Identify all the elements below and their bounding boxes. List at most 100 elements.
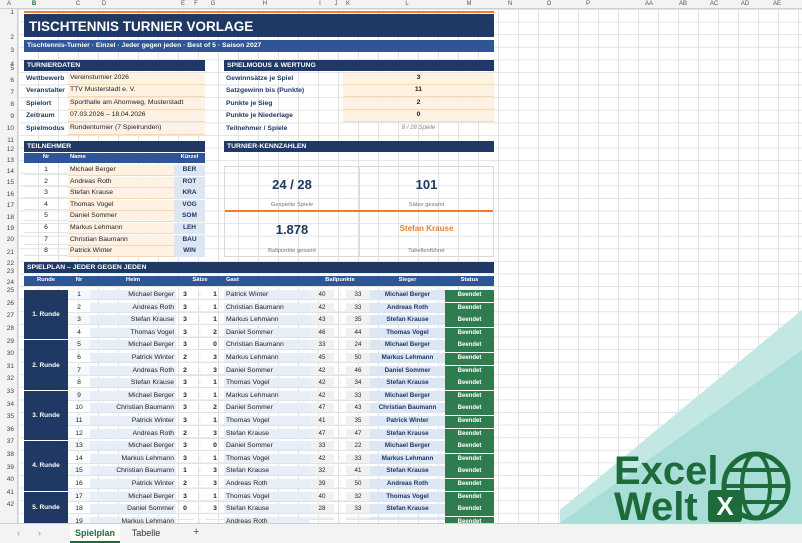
- game-status[interactable]: Beendet: [445, 416, 494, 428]
- game-heim[interactable]: Michael Berger: [90, 340, 176, 351]
- game-gast[interactable]: Andreas Roth: [224, 479, 310, 489]
- column-header-E[interactable]: E: [181, 1, 185, 7]
- game-ball-heim[interactable]: 42: [310, 365, 334, 376]
- game-ball-heim[interactable]: 39: [310, 479, 334, 489]
- row-header-32[interactable]: 32: [7, 375, 14, 382]
- game-saetze-heim[interactable]: 3: [176, 391, 194, 401]
- game-ball-gast[interactable]: [346, 516, 370, 520]
- column-header-AE[interactable]: AE: [773, 1, 781, 7]
- column-header-N[interactable]: N: [508, 1, 512, 7]
- game-saetze-gast[interactable]: 1: [206, 290, 224, 300]
- column-header-AB[interactable]: AB: [679, 1, 687, 7]
- turnierdaten-value[interactable]: Vereinsturnier 2026: [68, 73, 205, 85]
- game-gast[interactable]: Thomas Vogel: [224, 378, 310, 389]
- game-heim[interactable]: Patrick Winter: [90, 479, 176, 489]
- teilnehmer-name[interactable]: Stefan Krause: [68, 188, 174, 200]
- game-status[interactable]: Beendet: [445, 390, 494, 403]
- game-ball-heim[interactable]: 47: [310, 403, 334, 414]
- tab-tabelle[interactable]: Tabelle: [124, 528, 168, 538]
- game-gast[interactable]: Stefan Krause: [224, 428, 310, 439]
- row-header-16[interactable]: 16: [7, 191, 14, 198]
- game-saetze-heim[interactable]: 2: [176, 429, 194, 439]
- row-header-26[interactable]: 26: [7, 300, 14, 307]
- game-ball-heim[interactable]: 42: [310, 378, 334, 389]
- game-ball-heim[interactable]: 43: [310, 315, 334, 326]
- row-header-17[interactable]: 17: [7, 202, 14, 209]
- game-status[interactable]: Beendet: [445, 504, 494, 517]
- game-saetze-gast[interactable]: 1: [206, 315, 224, 326]
- row-header-40[interactable]: 40: [7, 476, 14, 483]
- game-saetze-heim[interactable]: 3: [176, 416, 194, 426]
- game-ball-gast[interactable]: 33: [346, 504, 370, 515]
- game-gast[interactable]: Stefan Krause: [224, 466, 310, 477]
- game-heim[interactable]: Andreas Roth: [90, 302, 176, 313]
- game-saetze-gast[interactable]: 1: [206, 492, 224, 502]
- game-gast[interactable]: Daniel Sommer: [224, 403, 310, 414]
- game-saetze-heim[interactable]: 3: [176, 303, 194, 313]
- column-header-I[interactable]: I: [319, 1, 321, 7]
- column-header-A[interactable]: A: [7, 1, 11, 7]
- game-ball-gast[interactable]: 35: [346, 315, 370, 326]
- game-gast[interactable]: Thomas Vogel: [224, 416, 310, 426]
- row-header-33[interactable]: 33: [7, 388, 14, 395]
- game-saetze-heim[interactable]: 3: [176, 441, 194, 452]
- add-sheet-icon[interactable]: +: [193, 526, 199, 538]
- game-saetze-heim[interactable]: 3: [176, 403, 194, 414]
- row-header-21[interactable]: 21: [7, 249, 14, 256]
- game-ball-heim[interactable]: 40: [310, 491, 334, 502]
- game-ball-gast[interactable]: 24: [346, 340, 370, 351]
- game-ball-gast[interactable]: 33: [346, 390, 370, 401]
- row-header-42[interactable]: 42: [7, 501, 14, 508]
- scroll-right-icon[interactable]: ›: [38, 528, 41, 538]
- game-saetze-gast[interactable]: 3: [206, 504, 224, 515]
- row-header-1[interactable]: 1: [10, 9, 14, 16]
- game-saetze-gast[interactable]: 3: [206, 353, 224, 363]
- game-saetze-heim[interactable]: 1: [176, 466, 194, 477]
- game-heim[interactable]: Stefan Krause: [90, 378, 176, 389]
- turnierdaten-value[interactable]: Rundenturnier (7 Spielrunden): [68, 122, 205, 135]
- row-header-14[interactable]: 14: [7, 168, 14, 175]
- game-gast[interactable]: Christian Baumann: [224, 302, 310, 313]
- game-heim[interactable]: Patrick Winter: [90, 353, 176, 363]
- game-heim[interactable]: Michael Berger: [90, 491, 176, 502]
- row-header-25[interactable]: 25: [7, 287, 14, 294]
- game-status[interactable]: Beendet: [445, 479, 494, 491]
- game-ball-heim[interactable]: 28: [310, 504, 334, 515]
- tab-spielplan[interactable]: Spielplan: [70, 524, 120, 543]
- row-header-5[interactable]: 5: [10, 65, 14, 72]
- game-heim[interactable]: Andreas Roth: [90, 428, 176, 439]
- game-ball-heim[interactable]: 47: [310, 428, 334, 439]
- game-saetze-gast[interactable]: 1: [206, 391, 224, 401]
- row-header-8[interactable]: 8: [10, 101, 14, 108]
- game-ball-gast[interactable]: 32: [346, 491, 370, 502]
- game-status[interactable]: Beendet: [445, 315, 494, 328]
- spielmodus-value[interactable]: 3: [343, 73, 494, 85]
- game-saetze-gast[interactable]: [206, 517, 224, 520]
- row-header-10[interactable]: 10: [7, 125, 14, 132]
- row-header-11[interactable]: 11: [7, 137, 14, 144]
- row-header-41[interactable]: 41: [7, 489, 14, 496]
- game-saetze-gast[interactable]: 1: [206, 303, 224, 313]
- column-header-F[interactable]: F: [194, 1, 198, 7]
- game-heim[interactable]: Patrick Winter: [90, 416, 176, 426]
- game-status[interactable]: Beendet: [445, 428, 494, 441]
- turnierdaten-value[interactable]: 07.03.2026 – 18.04.2026: [68, 110, 205, 123]
- game-ball-gast[interactable]: 46: [346, 365, 370, 376]
- column-header-B[interactable]: B: [32, 1, 36, 7]
- game-ball-gast[interactable]: 44: [346, 327, 370, 338]
- game-status[interactable]: Beendet: [445, 290, 494, 302]
- column-header-AD[interactable]: AD: [741, 1, 749, 7]
- row-header-27[interactable]: 27: [7, 312, 14, 319]
- game-saetze-gast[interactable]: 3: [206, 479, 224, 489]
- row-header-13[interactable]: 13: [7, 157, 14, 164]
- row-header-29[interactable]: 29: [7, 338, 14, 345]
- game-saetze-gast[interactable]: 1: [206, 416, 224, 426]
- game-ball-gast[interactable]: 47: [346, 428, 370, 439]
- scroll-left-icon[interactable]: ‹: [17, 528, 20, 538]
- row-header-37[interactable]: 37: [7, 438, 14, 445]
- teilnehmer-name[interactable]: Markus Lehmann: [68, 223, 174, 234]
- row-header-22[interactable]: 22: [7, 260, 14, 267]
- game-ball-gast[interactable]: 43: [346, 403, 370, 414]
- row-header-9[interactable]: 9: [10, 113, 14, 120]
- game-gast[interactable]: Patrick Winter: [224, 290, 310, 300]
